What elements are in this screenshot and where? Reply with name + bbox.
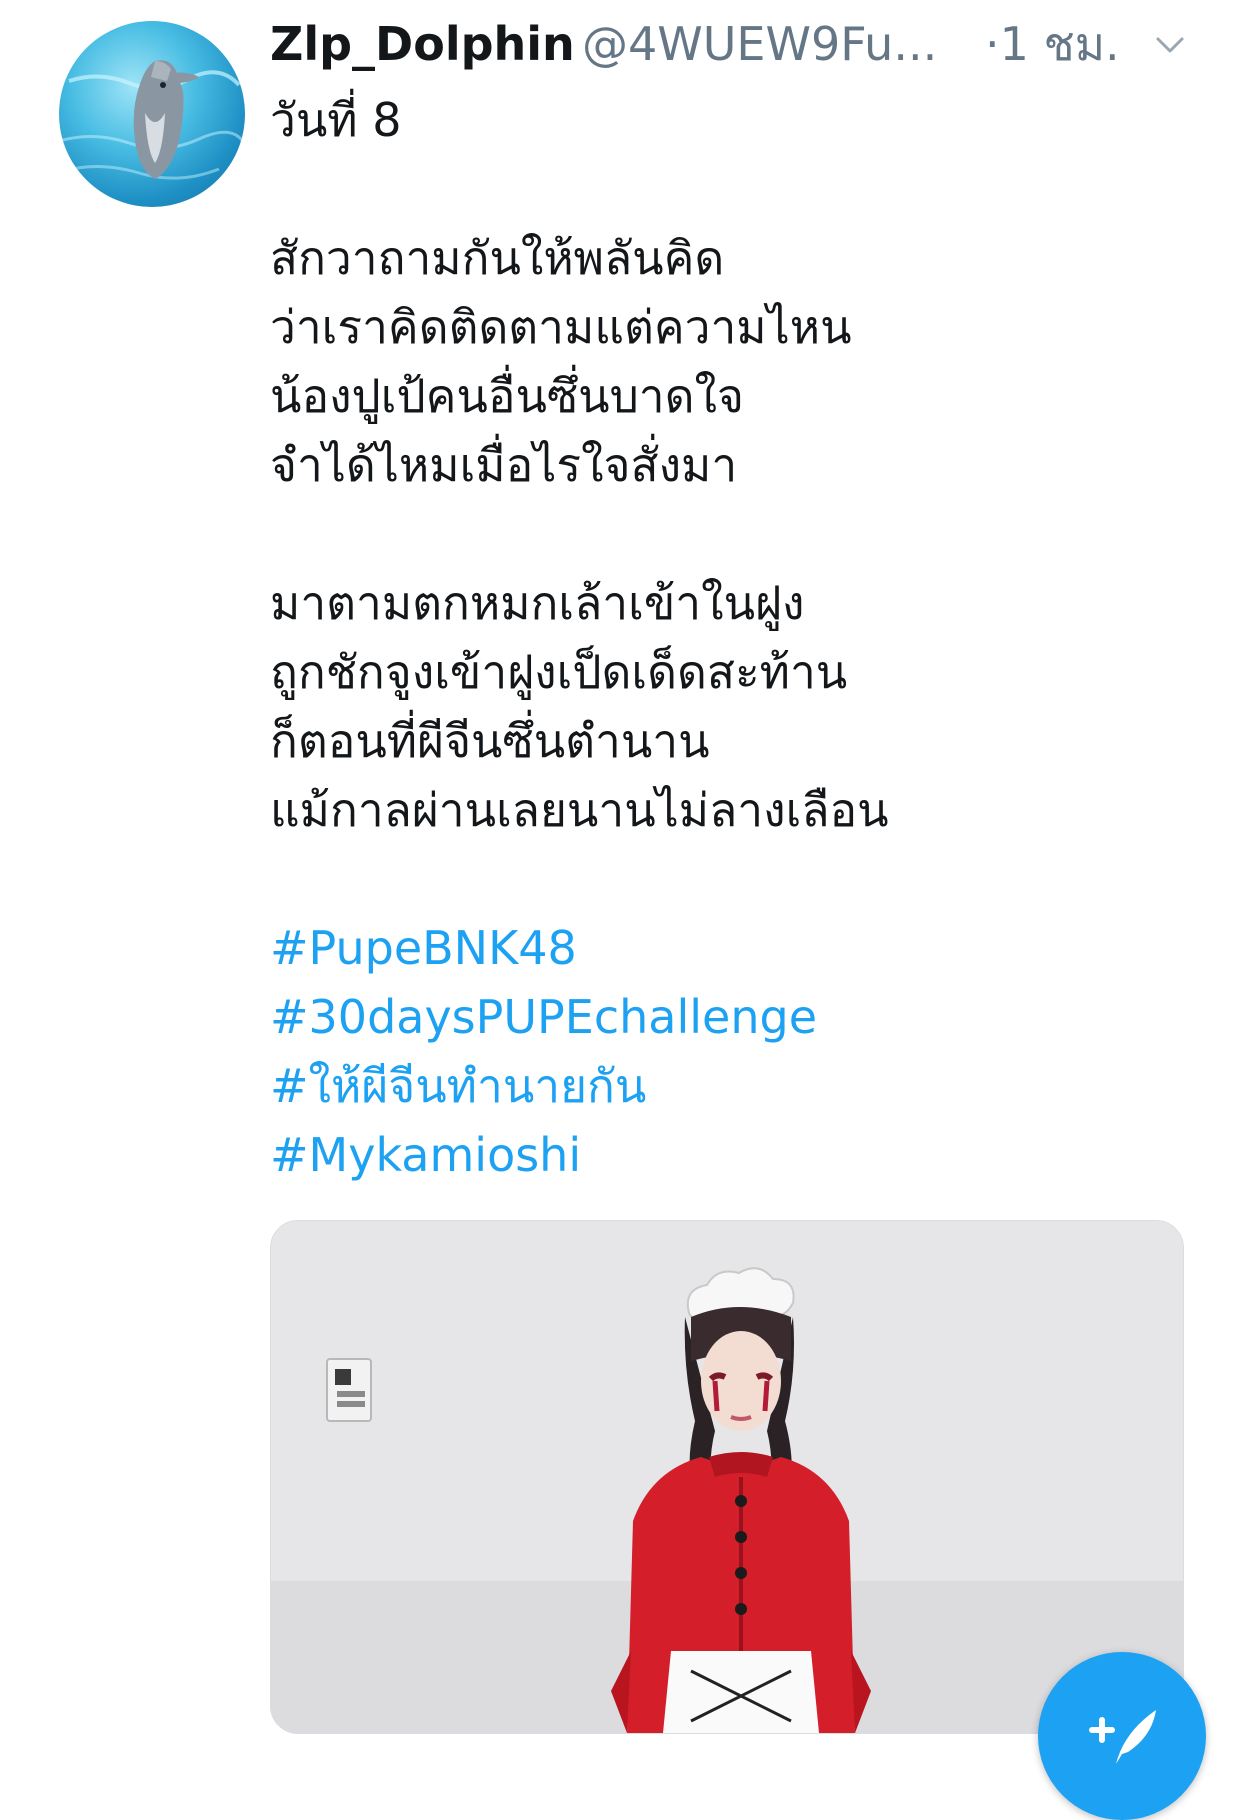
- tweet-text-line: น้องปูเป้คนอื่นซึ่นบาดใจ: [270, 369, 744, 423]
- display-name[interactable]: Zlp_Dolphin: [270, 12, 575, 76]
- tweet-text-line: สักวาถามกันให้พลันคิด: [270, 231, 725, 285]
- feather-plus-icon: [1089, 1710, 1156, 1764]
- timestamp[interactable]: ·1 ชม.: [985, 12, 1120, 76]
- tweet-text-line: แม้กาลผ่านเลยนานไม่ลางเลือน: [270, 783, 889, 837]
- tweet-text: วันที่ 8 สักวาถามกันให้พลันคิด ว่าเราคิด…: [270, 86, 1190, 1190]
- photo-girl-in-red-costume: [271, 1221, 1183, 1733]
- hashtag-link[interactable]: #30daysPUPEchallenge: [270, 983, 1190, 1052]
- tweet[interactable]: Zlp_Dolphin @4WUEW9Fu... ·1 ชม. วันที่ 8…: [0, 0, 1242, 1820]
- tweet-text-line: จำได้ไหมเมื่อไรใจสั่งมา: [270, 438, 738, 492]
- tweet-header: Zlp_Dolphin @4WUEW9Fu... ·1 ชม.: [270, 12, 1190, 76]
- tweet-text-line: ถูกชักจูงเข้าฝูงเป็ดเด็ดสะท้าน: [270, 645, 848, 699]
- tweet-text-line: มาตามตกหมกเล้าเข้าในฝูง: [270, 576, 805, 630]
- tweet-media-photo[interactable]: [270, 1220, 1184, 1734]
- dolphin-avatar-image: [59, 60, 245, 180]
- user-handle[interactable]: @4WUEW9Fu...: [582, 12, 937, 76]
- tweet-text-line: ว่าเราคิดติดตามแต่ความไหน: [270, 300, 852, 354]
- hashtag-link[interactable]: #Mykamioshi: [270, 1121, 1190, 1190]
- hashtag-link[interactable]: #PupeBNK48: [270, 914, 1190, 983]
- tweet-text-line: วันที่ 8: [270, 93, 402, 147]
- avatar[interactable]: [59, 21, 245, 207]
- tweet-text-line: ก็ตอนที่ผีจีนซึ่นตำนาน: [270, 714, 710, 768]
- hashtag-link[interactable]: #ให้ผีจีนทำนายกัน: [270, 1052, 1190, 1121]
- compose-tweet-button[interactable]: [1038, 1652, 1206, 1820]
- chevron-down-icon[interactable]: [1155, 30, 1185, 60]
